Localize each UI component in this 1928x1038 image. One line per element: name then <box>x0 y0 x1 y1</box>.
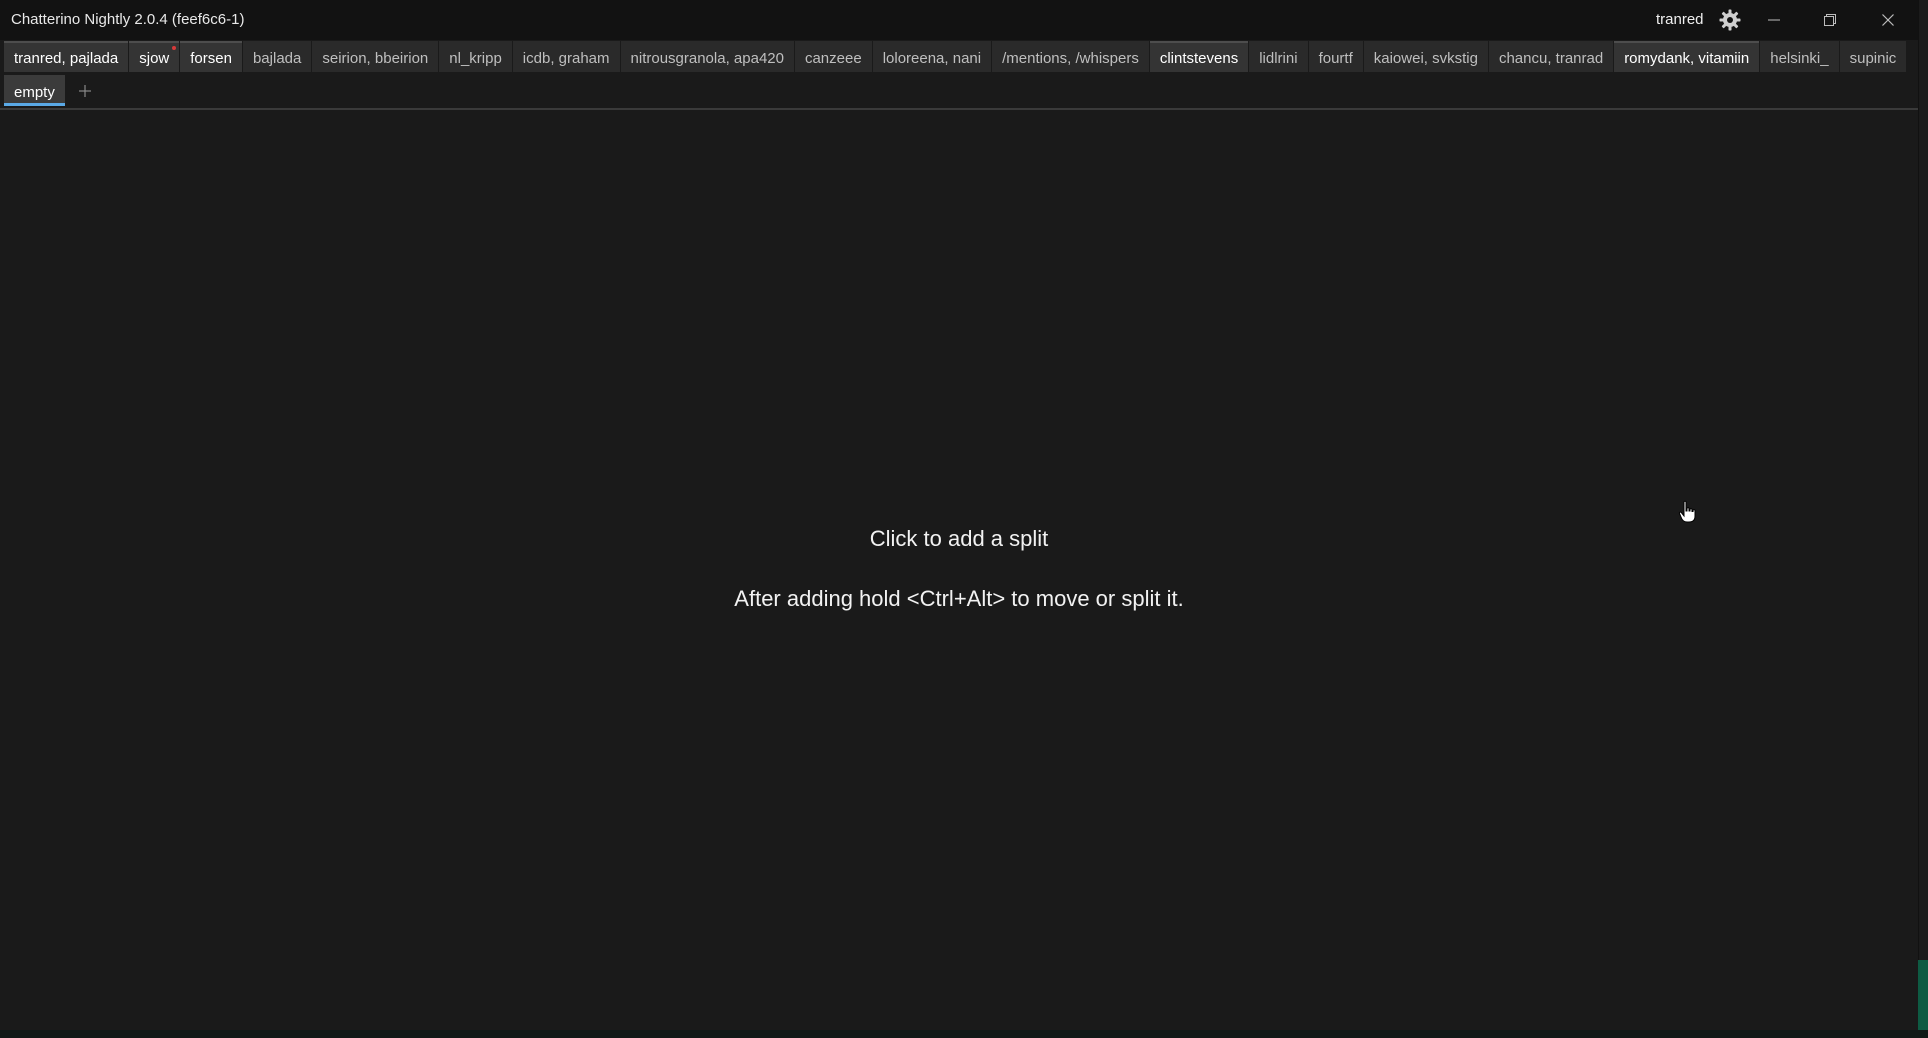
tab-mentions-whispers[interactable]: /mentions, /whispers <box>992 41 1149 72</box>
tab-empty[interactable]: empty <box>4 75 65 106</box>
tab-label: sjow <box>139 50 170 67</box>
tab-sjow[interactable]: sjow <box>129 41 180 72</box>
tab-tranred-pajlada[interactable]: tranred, pajlada <box>4 41 129 72</box>
tab-label: supinic <box>1849 50 1897 67</box>
tab-label: helsinki_ <box>1770 50 1829 67</box>
tab-label: seirion, bbeirion <box>322 50 429 67</box>
tab-bajlada[interactable]: bajlada <box>242 41 312 72</box>
tab-chancu-tranrad[interactable]: chancu, tranrad <box>1488 41 1614 72</box>
tab-forsen[interactable]: forsen <box>180 41 242 72</box>
tab-label: tranred, pajlada <box>14 50 119 67</box>
tab-loloreena-nani[interactable]: loloreena, nani <box>872 41 992 72</box>
restore-icon <box>1824 14 1836 26</box>
maximize-button[interactable] <box>1802 0 1858 40</box>
gear-icon <box>1719 9 1741 31</box>
tab-icdb-graham[interactable]: icdb, graham <box>512 41 620 72</box>
tab-row-2: empty <box>4 75 100 106</box>
move-split-hint: After adding hold <Ctrl+Alt> to move or … <box>734 586 1184 611</box>
window-title: Chatterino Nightly 2.0.4 (feef6c6-1) <box>11 11 245 28</box>
tab-label: nl_kripp <box>449 50 502 67</box>
hand-cursor-icon <box>1678 500 1696 523</box>
tab-clintstevens[interactable]: clintstevens <box>1149 41 1249 72</box>
plus-icon <box>78 84 91 97</box>
add-tab-button[interactable] <box>70 75 100 106</box>
background-edge <box>1918 960 1928 1030</box>
tab-label: romydank, vitamiin <box>1624 50 1750 67</box>
minimize-icon <box>1768 19 1780 21</box>
minimize-button[interactable] <box>1746 0 1802 40</box>
tab-label: kaiowei, svkstig <box>1373 50 1478 67</box>
tab-label: chancu, tranrad <box>1498 50 1604 67</box>
tab-lidlrini[interactable]: lidlrini <box>1249 41 1308 72</box>
tab-bar: tranred, pajlada sjow forsen bajlada seirion… <box>0 41 1918 109</box>
tab-nitrousgranola-apa420[interactable]: nitrousgranola, apa420 <box>620 41 794 72</box>
tab-helsinki[interactable]: helsinki_ <box>1760 41 1839 72</box>
tab-label: icdb, graham <box>522 50 610 67</box>
title-bar[interactable]: Chatterino Nightly 2.0.4 (feef6c6-1) tra… <box>0 0 1918 40</box>
tab-label: nitrousgranola, apa420 <box>630 50 784 67</box>
tab-label: loloreena, nani <box>882 50 982 67</box>
close-icon <box>1882 14 1894 26</box>
unread-indicator <box>172 46 177 50</box>
close-button[interactable] <box>1860 0 1916 40</box>
tab-row-1: tranred, pajlada sjow forsen bajlada seirion… <box>4 41 1907 72</box>
tab-label: forsen <box>190 50 232 67</box>
tab-label: fourtf <box>1318 50 1353 67</box>
tab-canzeee[interactable]: canzeee <box>794 41 872 72</box>
tab-nl-kripp[interactable]: nl_kripp <box>439 41 512 72</box>
tab-label: canzeee <box>804 50 862 67</box>
chatterino-window: Chatterino Nightly 2.0.4 (feef6c6-1) tra… <box>0 0 1919 1030</box>
account-username[interactable]: tranred <box>1656 11 1704 28</box>
tab-label: clintstevens <box>1159 50 1239 67</box>
tab-label: bajlada <box>252 50 302 67</box>
tab-supinic[interactable]: supinic <box>1839 41 1907 72</box>
tab-label: empty <box>14 84 55 101</box>
tab-kaiowei-svkstig[interactable]: kaiowei, svkstig <box>1363 41 1488 72</box>
add-split-hint[interactable]: Click to add a split <box>0 526 1918 552</box>
tab-fourtf[interactable]: fourtf <box>1308 41 1363 72</box>
tab-label: /mentions, /whispers <box>1002 50 1139 67</box>
bottom-edge <box>0 1030 1928 1038</box>
tab-label: lidlrini <box>1259 50 1298 67</box>
split-container[interactable]: Click to add a split After adding hold <… <box>0 112 1918 1028</box>
tab-romydank-vitamiin[interactable]: romydank, vitamiin <box>1614 41 1760 72</box>
settings-button[interactable] <box>1716 6 1744 34</box>
tab-seirion-bbeirion[interactable]: seirion, bbeirion <box>312 41 439 72</box>
tab-divider <box>0 108 1918 110</box>
